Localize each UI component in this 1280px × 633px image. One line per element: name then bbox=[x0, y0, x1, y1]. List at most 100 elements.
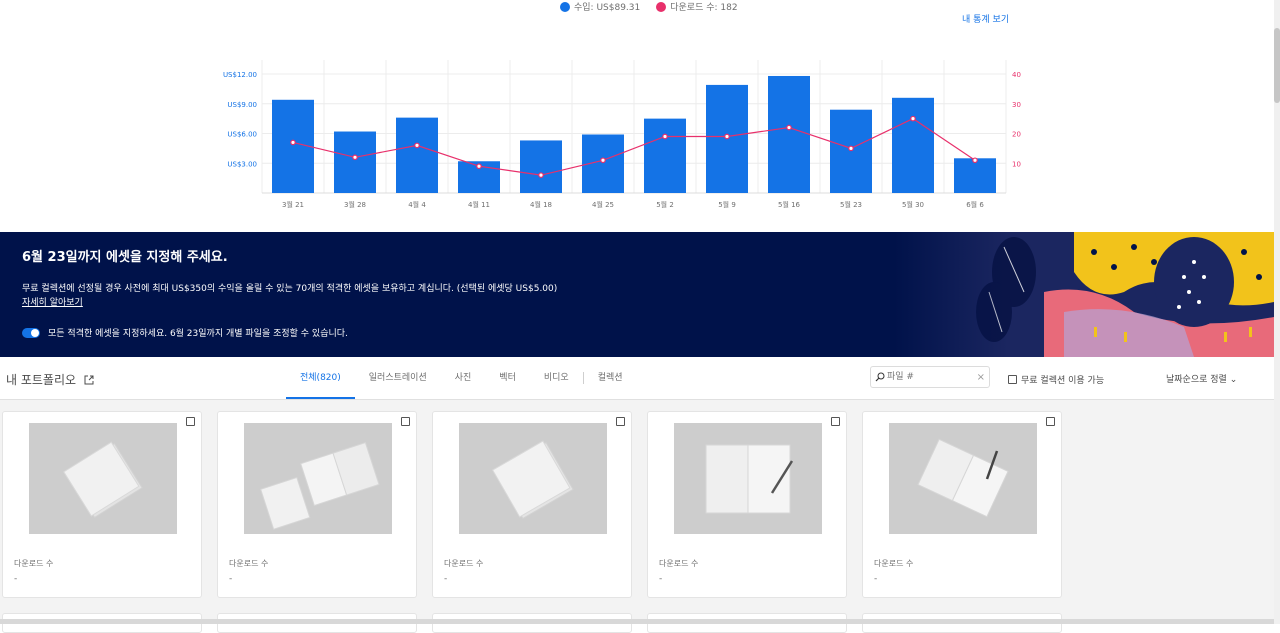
free-collection-banner: 6월 23일까지 에셋을 지정해 주세요. 무료 컬렉션에 선정될 경우 사전에… bbox=[0, 232, 1274, 357]
asset-type-tabs: 전체(820) 일러스트레이션 사진 벡터 비디오 컬렉션 bbox=[286, 357, 637, 399]
tab-vector[interactable]: 벡터 bbox=[485, 357, 530, 399]
revenue-bar bbox=[520, 140, 562, 193]
downloads-point bbox=[414, 142, 420, 149]
x-tick-label: 4월 4 bbox=[408, 200, 426, 209]
banner-description: 무료 컬렉션에 선정될 경우 사전에 최대 US$350의 수익을 올릴 수 있… bbox=[22, 284, 558, 294]
y-right-tick-label: 40 bbox=[1012, 71, 1021, 79]
download-count-label: 다운로드 수 bbox=[229, 559, 269, 568]
asset-select-checkbox[interactable] bbox=[1046, 417, 1055, 426]
portfolio-title-label: 내 포트폴리오 bbox=[6, 373, 77, 387]
revenue-bar bbox=[830, 109, 872, 193]
file-search: × bbox=[870, 366, 990, 388]
y-right-tick-label: 20 bbox=[1012, 131, 1021, 139]
banner-title: 6월 23일까지 에셋을 지정해 주세요. bbox=[22, 250, 228, 265]
sort-dropdown[interactable]: 날짜순으로 정렬 ⌄ bbox=[1166, 372, 1237, 385]
asset-card[interactable]: 다운로드 수 - bbox=[647, 411, 847, 598]
x-tick-label: 4월 11 bbox=[468, 200, 490, 209]
horizontal-scrollbar[interactable] bbox=[0, 619, 1274, 624]
asset-thumbnail[interactable] bbox=[244, 423, 392, 534]
asset-card[interactable]: 다운로드 수 - bbox=[2, 411, 202, 598]
download-count-label: 다운로드 수 bbox=[659, 559, 699, 568]
asset-card[interactable]: 다운로드 수 - bbox=[862, 411, 1062, 598]
open-notebook-pen-image bbox=[674, 423, 822, 534]
x-tick-label: 5월 30 bbox=[902, 200, 924, 209]
download-count-value: - bbox=[444, 574, 448, 584]
download-count-label: 다운로드 수 bbox=[14, 559, 54, 568]
book-mockup-image bbox=[29, 423, 177, 534]
y-left-tick-label: US$12.00 bbox=[223, 71, 257, 79]
download-count-value: - bbox=[874, 574, 878, 584]
download-count-label: 다운로드 수 bbox=[444, 559, 484, 568]
x-tick-label: 3월 28 bbox=[344, 200, 366, 209]
earnings-chart: US$3.00 US$6.00 US$9.00 US$12.00 10 20 30 40 3월 … bbox=[223, 60, 1021, 209]
y-right-tick-label: 10 bbox=[1012, 160, 1021, 168]
tab-all[interactable]: 전체(820) bbox=[286, 357, 355, 399]
book-mockup-image bbox=[459, 423, 607, 534]
asset-select-checkbox[interactable] bbox=[616, 417, 625, 426]
file-search-input[interactable] bbox=[885, 371, 967, 383]
revenue-bar bbox=[892, 97, 934, 193]
tab-illustration[interactable]: 일러스트레이션 bbox=[355, 357, 441, 399]
downloads-point bbox=[972, 157, 978, 164]
banner-illustration bbox=[894, 232, 1274, 357]
downloads-point bbox=[910, 115, 916, 122]
downloads-point bbox=[786, 124, 792, 131]
asset-card[interactable]: 다운로드 수 - bbox=[432, 411, 632, 598]
asset-thumbnail[interactable] bbox=[889, 423, 1037, 534]
vertical-scrollbar[interactable] bbox=[1274, 0, 1280, 624]
clear-search-icon[interactable]: × bbox=[977, 372, 985, 383]
downloads-point bbox=[600, 157, 606, 164]
asset-card[interactable]: 다운로드 수 - bbox=[217, 411, 417, 598]
downloads-point bbox=[848, 145, 854, 152]
x-tick-label: 3월 21 bbox=[282, 200, 304, 209]
y-right-tick-label: 30 bbox=[1012, 101, 1021, 109]
tab-collection[interactable]: 컬렉션 bbox=[584, 357, 637, 399]
x-tick-label: 4월 18 bbox=[530, 200, 552, 209]
free-collection-label: 무료 컬렉션 이용 가능 bbox=[1021, 376, 1105, 386]
external-link-icon[interactable] bbox=[84, 375, 94, 385]
downloads-point bbox=[662, 133, 668, 140]
asset-grid: 다운로드 수 - 다운로드 수 - 다운로드 수 - 다운로드 수 - 다운로드… bbox=[0, 400, 1274, 633]
downloads-point bbox=[290, 139, 296, 146]
x-tick-label: 5월 2 bbox=[656, 200, 674, 209]
asset-thumbnail[interactable] bbox=[674, 423, 822, 534]
vertical-scrollbar-thumb[interactable] bbox=[1274, 28, 1280, 103]
revenue-bar bbox=[768, 75, 810, 193]
revenue-bar bbox=[644, 118, 686, 193]
notebook-mockup-image bbox=[244, 423, 392, 534]
tab-video[interactable]: 비디오 bbox=[530, 357, 583, 399]
downloads-point bbox=[538, 172, 544, 178]
downloads-point bbox=[476, 163, 482, 170]
learn-more-link[interactable]: 자세히 알아보기 bbox=[22, 295, 83, 308]
asset-thumbnail[interactable] bbox=[29, 423, 177, 534]
asset-thumbnail[interactable] bbox=[459, 423, 607, 534]
sort-label: 날짜순으로 정렬 bbox=[1166, 375, 1227, 385]
open-notebook-pen-image bbox=[889, 423, 1037, 534]
revenue-bar bbox=[334, 131, 376, 193]
free-collection-filter[interactable]: 무료 컬렉션 이용 가능 bbox=[1008, 373, 1104, 386]
download-count-value: - bbox=[659, 574, 663, 584]
x-tick-label: 6월 6 bbox=[966, 200, 984, 209]
x-tick-label: 5월 23 bbox=[840, 200, 862, 209]
download-count-label: 다운로드 수 bbox=[874, 559, 914, 568]
asset-select-checkbox[interactable] bbox=[831, 417, 840, 426]
free-collection-checkbox[interactable] bbox=[1008, 375, 1017, 384]
asset-select-checkbox[interactable] bbox=[401, 417, 410, 426]
y-left-tick-label: US$3.00 bbox=[227, 160, 257, 168]
download-count-value: - bbox=[229, 574, 233, 584]
portfolio-title: 내 포트폴리오 bbox=[6, 371, 94, 388]
y-left-tick-label: US$9.00 bbox=[227, 101, 257, 109]
earnings-chart-panel: 수입: US$89.31 다운로드 수: 182 내 통계 보기 US$3.00… bbox=[0, 0, 1272, 232]
x-tick-label: 4월 25 bbox=[592, 200, 614, 209]
download-count-value: - bbox=[14, 574, 18, 584]
y-left-tick-label: US$6.00 bbox=[227, 131, 257, 139]
designate-all-toggle[interactable] bbox=[22, 327, 40, 338]
revenue-bar bbox=[954, 158, 996, 193]
tab-photo[interactable]: 사진 bbox=[441, 357, 486, 399]
downloads-point bbox=[724, 133, 730, 140]
portfolio-toolbar: 내 포트폴리오 전체(820) 일러스트레이션 사진 벡터 비디오 컬렉션 × … bbox=[0, 357, 1274, 400]
designate-all-row: 모든 적격한 에셋을 지정하세요. 6월 23일까지 개별 파일을 조정할 수 … bbox=[22, 326, 348, 339]
downloads-point bbox=[352, 154, 358, 161]
x-tick-label: 5월 16 bbox=[778, 200, 801, 209]
asset-select-checkbox[interactable] bbox=[186, 417, 195, 426]
